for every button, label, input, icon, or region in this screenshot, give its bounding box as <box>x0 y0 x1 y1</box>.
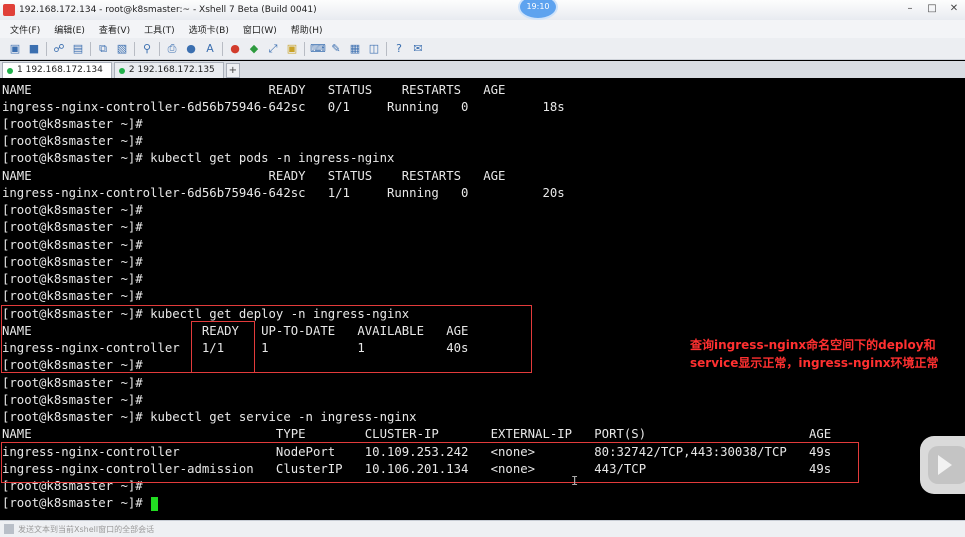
terminal-prompt: [root@k8smaster ~]# <box>2 496 151 510</box>
terminal-line: NAME READY STATUS RESTARTS AGE <box>2 169 506 183</box>
chat-icon[interactable]: ✉ <box>411 42 425 56</box>
title-bar: 192.168.172.134 - root@k8smaster:~ - Xsh… <box>0 0 965 21</box>
script-icon[interactable]: ◆ <box>247 42 261 56</box>
terminal-line: [root@k8smaster ~]# <box>2 376 143 390</box>
terminal-line: [root@k8smaster ~]# kubectl get service … <box>2 410 417 424</box>
menu-window[interactable]: 窗口(W) <box>243 23 277 36</box>
toolbar-divider <box>134 41 135 56</box>
ready-highlight-box <box>191 321 255 373</box>
connected-status-icon <box>7 67 13 74</box>
properties-icon[interactable]: ▤ <box>71 42 85 56</box>
help-icon[interactable]: ? <box>392 42 406 56</box>
send-text-input[interactable]: 发送文本到当前Xshell窗口的全部会话 <box>18 524 154 535</box>
font-icon[interactable]: A <box>203 42 217 56</box>
tile-icon[interactable]: ◫ <box>367 42 381 56</box>
text-cursor-icon: I <box>571 474 579 488</box>
toolbar-divider <box>304 41 305 56</box>
xftp-icon[interactable]: ● <box>228 42 242 56</box>
session-tab-bar: 1 192.168.172.134 2 192.168.172.135 + <box>0 61 965 78</box>
menu-help[interactable]: 帮助(H) <box>291 23 323 36</box>
link-icon[interactable]: ☍ <box>52 42 66 56</box>
globe-icon[interactable]: ● <box>184 42 198 56</box>
toolbar-divider <box>222 41 223 56</box>
terminal-line: [root@k8smaster ~]# kubectl get pods -n … <box>2 151 395 165</box>
keyboard-icon[interactable]: ⌨ <box>310 42 326 56</box>
tab-label: 2 192.168.172.135 <box>128 65 215 75</box>
terminal-line: ingress-nginx-controller-6d56b75946-642s… <box>2 186 565 200</box>
video-play-button[interactable] <box>920 436 965 494</box>
compose-icon[interactable]: ✎ <box>329 42 343 56</box>
menu-view[interactable]: 查看(V) <box>99 23 130 36</box>
print-icon[interactable]: ⎙ <box>165 42 179 56</box>
terminal-line: ingress-nginx-controller-6d56b75946-642s… <box>2 100 565 114</box>
terminal-prompt-line[interactable]: [root@k8smaster ~]# <box>2 495 159 512</box>
menu-bar: 文件(F) 编辑(E) 查看(V) 工具(T) 选项卡(B) 窗口(W) 帮助(… <box>0 20 965 38</box>
tab-session-1[interactable]: 1 192.168.172.134 <box>2 62 112 78</box>
terminal-line: NAME TYPE CLUSTER-IP EXTERNAL-IP PORT(S)… <box>2 427 832 441</box>
terminal-cursor <box>151 496 159 511</box>
terminal-line: NAME READY STATUS RESTARTS AGE <box>2 83 506 97</box>
menu-file[interactable]: 文件(F) <box>10 23 40 36</box>
toolbar-divider <box>386 41 387 56</box>
tab-session-2[interactable]: 2 192.168.172.135 <box>113 62 224 78</box>
toolbar-divider <box>90 41 91 56</box>
terminal-line: [root@k8smaster ~]# <box>2 393 143 407</box>
terminal-line: [root@k8smaster ~]# <box>2 238 143 252</box>
minimize-icon[interactable]: – <box>903 2 917 16</box>
service-highlight-box <box>1 442 859 483</box>
find-icon[interactable]: ⚲ <box>140 42 154 56</box>
connected-status-icon <box>118 67 125 74</box>
menu-tools[interactable]: 工具(T) <box>144 23 175 36</box>
fullscreen-icon[interactable]: ⤢ <box>266 42 280 56</box>
terminal-area[interactable]: NAME READY STATUS RESTARTS AGE ingress-n… <box>0 80 965 520</box>
copy-icon[interactable]: ⧉ <box>96 42 110 56</box>
deploy-highlight-box <box>1 305 532 373</box>
status-bar: 发送文本到当前Xshell窗口的全部会话 <box>0 520 965 537</box>
lock-icon[interactable]: ▣ <box>285 42 299 56</box>
xshell-app-icon <box>3 4 15 16</box>
layout-icon[interactable]: ▦ <box>348 42 362 56</box>
menu-edit[interactable]: 编辑(E) <box>54 23 85 36</box>
terminal-line: [root@k8smaster ~]# <box>2 289 143 303</box>
new-session-icon[interactable]: ▣ <box>8 42 22 56</box>
add-tab-button[interactable]: + <box>225 63 240 78</box>
terminal-line: [root@k8smaster ~]# <box>2 255 143 269</box>
terminal-line: [root@k8smaster ~]# <box>2 134 143 148</box>
maximize-icon[interactable]: □ <box>925 2 939 16</box>
terminal-line: [root@k8smaster ~]# <box>2 203 143 217</box>
terminal-line: [root@k8smaster ~]# <box>2 220 143 234</box>
toolbar: ▣ ■ ☍ ▤ ⧉ ▧ ⚲ ⎙ ● A ● ◆ ⤢ ▣ ⌨ ✎ ▦ ◫ ? ✉ <box>0 38 965 60</box>
toolbar-divider <box>159 41 160 56</box>
window-title: 192.168.172.134 - root@k8smaster:~ - Xsh… <box>19 5 317 15</box>
close-icon[interactable]: ✕ <box>947 2 961 16</box>
play-icon <box>938 455 952 475</box>
terminal-line: [root@k8smaster ~]# <box>2 117 143 131</box>
annotation-note: 查询ingress-nginx命名空间下的deploy和service显示正常，… <box>690 338 939 370</box>
paste-icon[interactable]: ▧ <box>115 42 129 56</box>
terminal-line: [root@k8smaster ~]# <box>2 272 143 286</box>
open-folder-icon[interactable]: ■ <box>27 42 41 56</box>
tab-label: 1 192.168.172.134 <box>17 65 103 75</box>
send-text-icon[interactable] <box>4 524 14 534</box>
menu-tabs[interactable]: 选项卡(B) <box>189 23 229 36</box>
toolbar-divider <box>46 41 47 56</box>
